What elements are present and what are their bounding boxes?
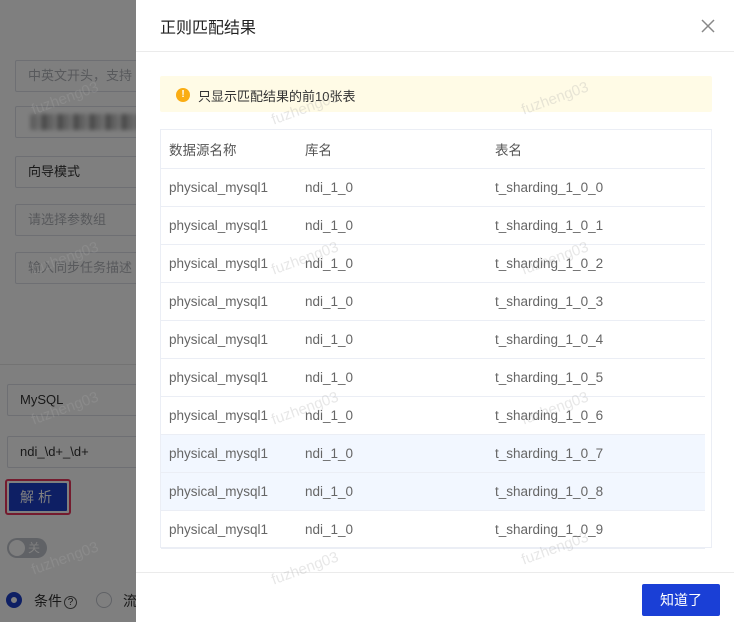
cell-database: ndi_1_0 xyxy=(297,206,487,245)
cell-datasource: physical_mysql1 xyxy=(161,358,297,397)
cell-database: ndi_1_0 xyxy=(297,168,487,207)
table-row: physical_mysql1 ndi_1_0 t_sharding_1_0_6 xyxy=(161,396,705,435)
cell-datasource: physical_mysql1 xyxy=(161,206,297,245)
cell-table: t_sharding_1_0_5 xyxy=(487,358,705,397)
cell-database: ndi_1_0 xyxy=(297,472,487,511)
cell-table: t_sharding_1_0_1 xyxy=(487,206,705,245)
cell-datasource: physical_mysql1 xyxy=(161,434,297,473)
column-header-datasource: 数据源名称 xyxy=(161,130,297,169)
column-header-table: 表名 xyxy=(487,130,705,169)
cell-datasource: physical_mysql1 xyxy=(161,320,297,359)
cell-datasource: physical_mysql1 xyxy=(161,510,297,549)
table-row: physical_mysql1 ndi_1_0 t_sharding_1_0_5 xyxy=(161,358,705,397)
regex-result-drawer: 正则匹配结果 ! 只显示匹配结果的前10张表 数据源名称 库名 表名 physi… xyxy=(136,0,734,622)
cell-database: ndi_1_0 xyxy=(297,244,487,283)
cell-table: t_sharding_1_0_4 xyxy=(487,320,705,359)
cell-datasource: physical_mysql1 xyxy=(161,472,297,511)
cell-database: ndi_1_0 xyxy=(297,396,487,435)
table-row: physical_mysql1 ndi_1_0 t_sharding_1_0_9 xyxy=(161,510,705,549)
cell-table: t_sharding_1_0_0 xyxy=(487,168,705,207)
notice-text: 只显示匹配结果的前10张表 xyxy=(198,89,356,104)
table-header-row: 数据源名称 库名 表名 xyxy=(161,130,705,169)
ok-button[interactable]: 知道了 xyxy=(642,584,720,616)
notice-banner: ! 只显示匹配结果的前10张表 xyxy=(160,76,712,112)
cell-datasource: physical_mysql1 xyxy=(161,396,297,435)
cell-database: ndi_1_0 xyxy=(297,320,487,359)
cell-table: t_sharding_1_0_9 xyxy=(487,510,705,549)
cell-datasource: physical_mysql1 xyxy=(161,244,297,283)
close-icon[interactable] xyxy=(696,14,720,38)
cell-table: t_sharding_1_0_3 xyxy=(487,282,705,321)
cell-database: ndi_1_0 xyxy=(297,510,487,549)
cell-table: t_sharding_1_0_2 xyxy=(487,244,705,283)
cell-datasource: physical_mysql1 xyxy=(161,282,297,321)
drawer-footer: 知道了 xyxy=(136,572,734,622)
warning-icon: ! xyxy=(176,88,190,102)
cell-table: t_sharding_1_0_6 xyxy=(487,396,705,435)
table-row: physical_mysql1 ndi_1_0 t_sharding_1_0_2 xyxy=(161,244,705,283)
cell-database: ndi_1_0 xyxy=(297,434,487,473)
cell-datasource: physical_mysql1 xyxy=(161,168,297,207)
result-table: 数据源名称 库名 表名 physical_mysql1 ndi_1_0 t_shar… xyxy=(160,129,712,549)
table-row: physical_mysql1 ndi_1_0 t_sharding_1_0_0 xyxy=(161,168,705,207)
table-row: physical_mysql1 ndi_1_0 t_sharding_1_0_7 xyxy=(161,434,705,473)
table-row: physical_mysql1 ndi_1_0 t_sharding_1_0_8 xyxy=(161,472,705,511)
drawer-title: 正则匹配结果 xyxy=(160,20,257,37)
cell-table: t_sharding_1_0_7 xyxy=(487,434,705,473)
cell-table: t_sharding_1_0_8 xyxy=(487,472,705,511)
table-row: physical_mysql1 ndi_1_0 t_sharding_1_0_4 xyxy=(161,320,705,359)
drawer-header: 正则匹配结果 xyxy=(136,0,734,52)
table-row: physical_mysql1 ndi_1_0 t_sharding_1_0_1 xyxy=(161,206,705,245)
cell-database: ndi_1_0 xyxy=(297,358,487,397)
column-header-database: 库名 xyxy=(297,130,487,169)
table-row: physical_mysql1 ndi_1_0 t_sharding_1_0_3 xyxy=(161,282,705,321)
cell-database: ndi_1_0 xyxy=(297,282,487,321)
